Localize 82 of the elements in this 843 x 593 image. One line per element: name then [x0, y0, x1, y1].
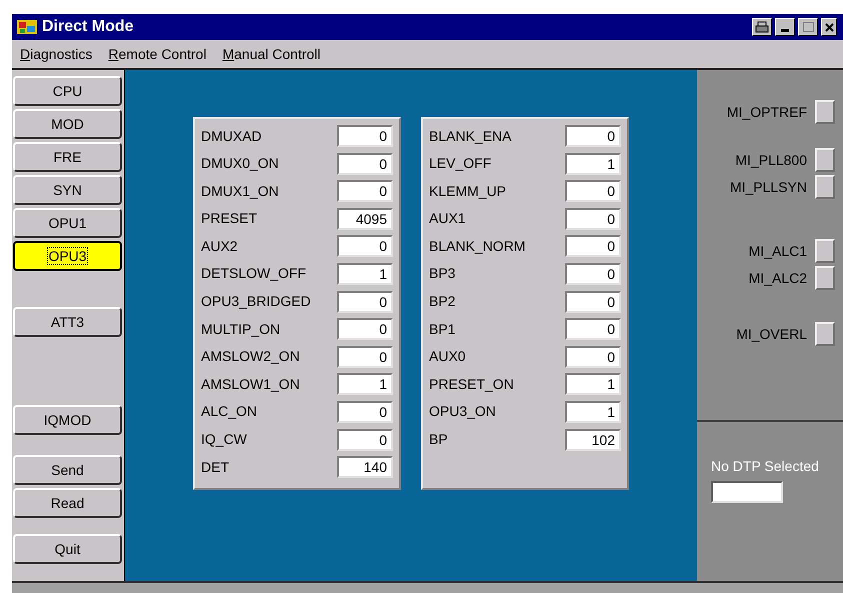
register-label: AMSLOW2_ON — [201, 347, 301, 366]
sidebar-button[interactable]: SYN — [13, 175, 122, 205]
register-value-field[interactable]: 0 — [337, 152, 393, 175]
register-value-field[interactable]: 1 — [337, 373, 393, 396]
indicator-label: MI_OVERL — [736, 324, 807, 344]
register-value-field[interactable]: 0 — [565, 262, 621, 285]
register-value-field[interactable]: 0 — [565, 346, 621, 368]
register-label: DMUX0_ON — [201, 154, 280, 174]
register-label: PRESET — [201, 209, 258, 228]
register-value-field[interactable]: 0 — [565, 180, 621, 202]
sidebar-button[interactable]: OPU1 — [13, 208, 122, 238]
register-label: OPU3_BRIDGED — [201, 292, 312, 312]
register-label: AUX0 — [429, 347, 467, 366]
sidebar-button[interactable]: CPU — [13, 76, 122, 106]
sidebar-button[interactable]: FRE — [13, 142, 122, 172]
register-value-field[interactable]: 0 — [565, 208, 621, 230]
dtp-status-label: No DTP Selected — [711, 457, 820, 476]
sidebar-button[interactable]: MOD — [13, 109, 122, 139]
register-value-field[interactable]: 140 — [337, 456, 393, 478]
register-label: BP1 — [429, 320, 456, 339]
register-value-field[interactable]: 1 — [337, 262, 393, 285]
menu-item[interactable]: Remote Control — [108, 44, 206, 64]
register-value-field[interactable]: 1 — [565, 373, 621, 396]
register-label: MULTIP_ON — [201, 320, 282, 339]
register-label: AMSLOW1_ON — [201, 374, 301, 394]
register-label: DETSLOW_OFF — [201, 264, 308, 284]
register-value-field[interactable]: 0 — [565, 318, 621, 340]
register-value-field[interactable]: 0 — [337, 400, 393, 423]
register-label: BP2 — [429, 292, 456, 312]
register-value-field[interactable]: 0 — [565, 290, 621, 313]
indicator-label: MI_OPTREF — [726, 102, 807, 122]
menu-item[interactable]: Diagnostics — [20, 44, 92, 64]
minimize-icon — [781, 29, 789, 32]
register-value-field[interactable]: 0 — [337, 235, 393, 258]
app-logo-icon — [16, 18, 38, 36]
indicator-label: MI_PLL800 — [735, 150, 807, 170]
register-label: IQ_CW — [201, 430, 248, 450]
register-label: OPU3_ON — [429, 402, 497, 422]
window-title: Direct Mode — [42, 17, 134, 37]
print-button[interactable] — [752, 18, 772, 36]
register-value-field[interactable]: 4095 — [337, 208, 393, 230]
sidebar-button[interactable]: Quit — [13, 534, 122, 564]
register-label: LEV_OFF — [429, 154, 492, 174]
register-label: BP3 — [429, 264, 456, 284]
register-label: BP — [429, 430, 449, 450]
indicator-label: MI_PLLSYN — [730, 178, 807, 197]
register-label: DMUX1_ON — [201, 182, 280, 201]
register-value-field[interactable]: 1 — [565, 400, 621, 423]
register-label: KLEMM_UP — [429, 182, 508, 201]
close-icon — [824, 22, 834, 32]
register-value-field[interactable]: 0 — [565, 235, 621, 258]
menu-item[interactable]: Manual Controll — [222, 44, 321, 64]
register-value-field[interactable]: 0 — [337, 318, 393, 340]
register-value-field[interactable]: 0 — [337, 125, 393, 147]
sidebar-button[interactable]: Send — [13, 455, 122, 485]
register-value-field[interactable]: 0 — [337, 346, 393, 368]
minimize-button[interactable] — [775, 18, 795, 36]
sidebar-button[interactable]: OPU3 — [13, 241, 122, 271]
register-value-field[interactable]: 0 — [337, 180, 393, 202]
sidebar-button[interactable]: IQMOD — [13, 405, 122, 435]
sidebar-button[interactable]: Read — [13, 488, 122, 518]
register-value-field[interactable]: 0 — [337, 428, 393, 451]
dtp-input-field[interactable] — [711, 481, 783, 503]
sidebar-button[interactable]: ATT3 — [13, 307, 122, 337]
register-label: AUX1 — [429, 209, 467, 228]
maximize-icon — [802, 22, 814, 32]
maximize-button[interactable] — [798, 18, 818, 36]
register-value-field[interactable]: 1 — [565, 152, 621, 175]
indicator-label: MI_ALC1 — [748, 242, 807, 261]
register-label: PRESET_ON — [429, 374, 515, 394]
register-value-field[interactable]: 0 — [565, 125, 621, 147]
register-label: BLANK_ENA — [429, 126, 512, 146]
register-value-field[interactable]: 102 — [565, 428, 621, 451]
register-label: DMUXAD — [201, 126, 263, 146]
register-label: DET — [201, 458, 230, 477]
close-button[interactable] — [821, 18, 837, 36]
register-label: AUX2 — [201, 236, 239, 256]
register-value-field[interactable]: 0 — [337, 290, 393, 313]
register-label: BLANK_NORM — [429, 236, 526, 256]
register-label: ALC_ON — [201, 402, 258, 422]
indicator-label: MI_ALC2 — [748, 268, 807, 288]
printer-icon — [755, 21, 769, 33]
